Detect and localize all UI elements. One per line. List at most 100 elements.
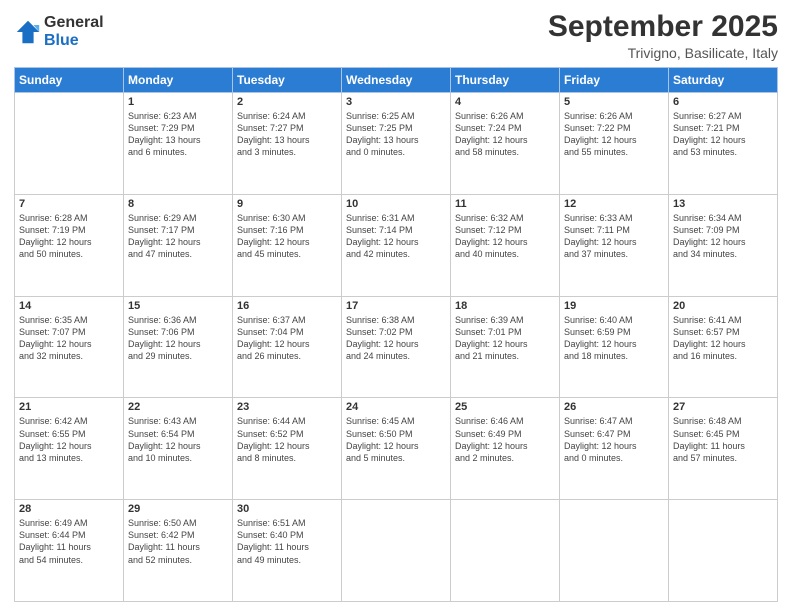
calendar-cell: 8 Sunrise: 6:29 AM Sunset: 7:17 PM Daylig… bbox=[124, 194, 233, 296]
day-number: 8 bbox=[128, 198, 228, 210]
day-info: Sunrise: 6:48 AM Sunset: 6:45 PM Dayligh… bbox=[673, 415, 773, 464]
day-info: Sunrise: 6:51 AM Sunset: 6:40 PM Dayligh… bbox=[237, 517, 337, 566]
week-row-1: 1Sunrise: 6:23 AM Sunset: 7:29 PM Daylig… bbox=[15, 93, 778, 195]
calendar-cell: 30 Sunrise: 6:51 AM Sunset: 6:40 PM Dayli… bbox=[233, 500, 342, 602]
calendar-header-sunday: Sunday bbox=[15, 68, 124, 93]
day-number: 12 bbox=[564, 198, 664, 210]
day-number: 6 bbox=[673, 96, 773, 108]
calendar-header-wednesday: Wednesday bbox=[342, 68, 451, 93]
day-number: 4 bbox=[455, 96, 555, 108]
calendar-header-saturday: Saturday bbox=[669, 68, 778, 93]
calendar-cell: 18 Sunrise: 6:39 AM Sunset: 7:01 PM Dayli… bbox=[451, 296, 560, 398]
week-row-3: 14 Sunrise: 6:35 AM Sunset: 7:07 PM Dayli… bbox=[15, 296, 778, 398]
calendar-cell: 15 Sunrise: 6:36 AM Sunset: 7:06 PM Dayli… bbox=[124, 296, 233, 398]
day-info: Sunrise: 6:34 AM Sunset: 7:09 PM Dayligh… bbox=[673, 212, 773, 261]
page: General Blue September 2025 Trivigno, Ba… bbox=[0, 0, 792, 612]
calendar-cell: 24Sunrise: 6:45 AM Sunset: 6:50 PM Dayli… bbox=[342, 398, 451, 500]
calendar-header-row: SundayMondayTuesdayWednesdayThursdayFrid… bbox=[15, 68, 778, 93]
day-info: Sunrise: 6:37 AM Sunset: 7:04 PM Dayligh… bbox=[237, 314, 337, 363]
day-info: Sunrise: 6:47 AM Sunset: 6:47 PM Dayligh… bbox=[564, 415, 664, 464]
day-info: Sunrise: 6:39 AM Sunset: 7:01 PM Dayligh… bbox=[455, 314, 555, 363]
day-info: Sunrise: 6:31 AM Sunset: 7:14 PM Dayligh… bbox=[346, 212, 446, 261]
calendar-cell: 3 Sunrise: 6:25 AM Sunset: 7:25 PM Daylig… bbox=[342, 93, 451, 195]
day-info: Sunrise: 6:33 AM Sunset: 7:11 PM Dayligh… bbox=[564, 212, 664, 261]
calendar-cell: 17 Sunrise: 6:38 AM Sunset: 7:02 PM Dayli… bbox=[342, 296, 451, 398]
week-row-4: 21Sunrise: 6:42 AM Sunset: 6:55 PM Dayli… bbox=[15, 398, 778, 500]
day-number: 19 bbox=[564, 300, 664, 312]
calendar-table: SundayMondayTuesdayWednesdayThursdayFrid… bbox=[14, 67, 778, 602]
calendar-cell: 4Sunrise: 6:26 AM Sunset: 7:24 PM Daylig… bbox=[451, 93, 560, 195]
calendar-cell: 26 Sunrise: 6:47 AM Sunset: 6:47 PM Dayli… bbox=[560, 398, 669, 500]
calendar-cell: 29 Sunrise: 6:50 AM Sunset: 6:42 PM Dayli… bbox=[124, 500, 233, 602]
day-info: Sunrise: 6:45 AM Sunset: 6:50 PM Dayligh… bbox=[346, 415, 446, 464]
day-number: 3 bbox=[346, 96, 446, 108]
day-info: Sunrise: 6:41 AM Sunset: 6:57 PM Dayligh… bbox=[673, 314, 773, 363]
day-info: Sunrise: 6:32 AM Sunset: 7:12 PM Dayligh… bbox=[455, 212, 555, 261]
calendar-cell bbox=[560, 500, 669, 602]
day-number: 23 bbox=[237, 401, 337, 413]
day-info: Sunrise: 6:29 AM Sunset: 7:17 PM Dayligh… bbox=[128, 212, 228, 261]
calendar-cell: 25 Sunrise: 6:46 AM Sunset: 6:49 PM Dayli… bbox=[451, 398, 560, 500]
day-info: Sunrise: 6:35 AM Sunset: 7:07 PM Dayligh… bbox=[19, 314, 119, 363]
calendar-cell: 16 Sunrise: 6:37 AM Sunset: 7:04 PM Dayli… bbox=[233, 296, 342, 398]
day-info: Sunrise: 6:23 AM Sunset: 7:29 PM Dayligh… bbox=[128, 110, 228, 159]
calendar-cell: 27 Sunrise: 6:48 AM Sunset: 6:45 PM Dayli… bbox=[669, 398, 778, 500]
day-number: 21 bbox=[19, 401, 119, 413]
day-info: Sunrise: 6:28 AM Sunset: 7:19 PM Dayligh… bbox=[19, 212, 119, 261]
day-info: Sunrise: 6:50 AM Sunset: 6:42 PM Dayligh… bbox=[128, 517, 228, 566]
calendar-cell: 1Sunrise: 6:23 AM Sunset: 7:29 PM Daylig… bbox=[124, 93, 233, 195]
day-info: Sunrise: 6:25 AM Sunset: 7:25 PM Dayligh… bbox=[346, 110, 446, 159]
day-number: 16 bbox=[237, 300, 337, 312]
logo-text: General Blue bbox=[44, 14, 104, 49]
week-row-2: 7 Sunrise: 6:28 AM Sunset: 7:19 PM Daylig… bbox=[15, 194, 778, 296]
day-info: Sunrise: 6:30 AM Sunset: 7:16 PM Dayligh… bbox=[237, 212, 337, 261]
calendar-cell: 7 Sunrise: 6:28 AM Sunset: 7:19 PM Daylig… bbox=[15, 194, 124, 296]
day-number: 10 bbox=[346, 198, 446, 210]
day-number: 25 bbox=[455, 401, 555, 413]
day-number: 30 bbox=[237, 503, 337, 515]
day-info: Sunrise: 6:44 AM Sunset: 6:52 PM Dayligh… bbox=[237, 415, 337, 464]
calendar-cell: 20 Sunrise: 6:41 AM Sunset: 6:57 PM Dayli… bbox=[669, 296, 778, 398]
day-number: 15 bbox=[128, 300, 228, 312]
calendar-cell: 13 Sunrise: 6:34 AM Sunset: 7:09 PM Dayli… bbox=[669, 194, 778, 296]
calendar-header-monday: Monday bbox=[124, 68, 233, 93]
day-info: Sunrise: 6:40 AM Sunset: 6:59 PM Dayligh… bbox=[564, 314, 664, 363]
day-info: Sunrise: 6:46 AM Sunset: 6:49 PM Dayligh… bbox=[455, 415, 555, 464]
day-number: 26 bbox=[564, 401, 664, 413]
day-number: 11 bbox=[455, 198, 555, 210]
subtitle: Trivigno, Basilicate, Italy bbox=[548, 45, 778, 61]
main-title: September 2025 bbox=[548, 10, 778, 43]
calendar-header-friday: Friday bbox=[560, 68, 669, 93]
day-number: 20 bbox=[673, 300, 773, 312]
day-number: 22 bbox=[128, 401, 228, 413]
title-block: September 2025 Trivigno, Basilicate, Ita… bbox=[548, 10, 778, 61]
week-row-5: 28 Sunrise: 6:49 AM Sunset: 6:44 PM Dayli… bbox=[15, 500, 778, 602]
day-number: 7 bbox=[19, 198, 119, 210]
day-number: 29 bbox=[128, 503, 228, 515]
day-number: 17 bbox=[346, 300, 446, 312]
logo: General Blue bbox=[14, 14, 104, 49]
calendar-cell: 10 Sunrise: 6:31 AM Sunset: 7:14 PM Dayli… bbox=[342, 194, 451, 296]
calendar-cell bbox=[342, 500, 451, 602]
day-info: Sunrise: 6:36 AM Sunset: 7:06 PM Dayligh… bbox=[128, 314, 228, 363]
day-info: Sunrise: 6:38 AM Sunset: 7:02 PM Dayligh… bbox=[346, 314, 446, 363]
day-number: 2 bbox=[237, 96, 337, 108]
day-number: 18 bbox=[455, 300, 555, 312]
day-info: Sunrise: 6:26 AM Sunset: 7:22 PM Dayligh… bbox=[564, 110, 664, 159]
calendar-header-thursday: Thursday bbox=[451, 68, 560, 93]
calendar-cell: 14 Sunrise: 6:35 AM Sunset: 7:07 PM Dayli… bbox=[15, 296, 124, 398]
calendar-cell: 9 Sunrise: 6:30 AM Sunset: 7:16 PM Daylig… bbox=[233, 194, 342, 296]
day-info: Sunrise: 6:24 AM Sunset: 7:27 PM Dayligh… bbox=[237, 110, 337, 159]
calendar-cell: 23 Sunrise: 6:44 AM Sunset: 6:52 PM Dayli… bbox=[233, 398, 342, 500]
calendar-cell: 19 Sunrise: 6:40 AM Sunset: 6:59 PM Dayli… bbox=[560, 296, 669, 398]
day-number: 14 bbox=[19, 300, 119, 312]
header: General Blue September 2025 Trivigno, Ba… bbox=[14, 10, 778, 61]
day-number: 5 bbox=[564, 96, 664, 108]
calendar-cell: 22Sunrise: 6:43 AM Sunset: 6:54 PM Dayli… bbox=[124, 398, 233, 500]
day-info: Sunrise: 6:49 AM Sunset: 6:44 PM Dayligh… bbox=[19, 517, 119, 566]
day-number: 28 bbox=[19, 503, 119, 515]
calendar-cell: 11 Sunrise: 6:32 AM Sunset: 7:12 PM Dayli… bbox=[451, 194, 560, 296]
day-number: 27 bbox=[673, 401, 773, 413]
day-number: 9 bbox=[237, 198, 337, 210]
day-number: 13 bbox=[673, 198, 773, 210]
